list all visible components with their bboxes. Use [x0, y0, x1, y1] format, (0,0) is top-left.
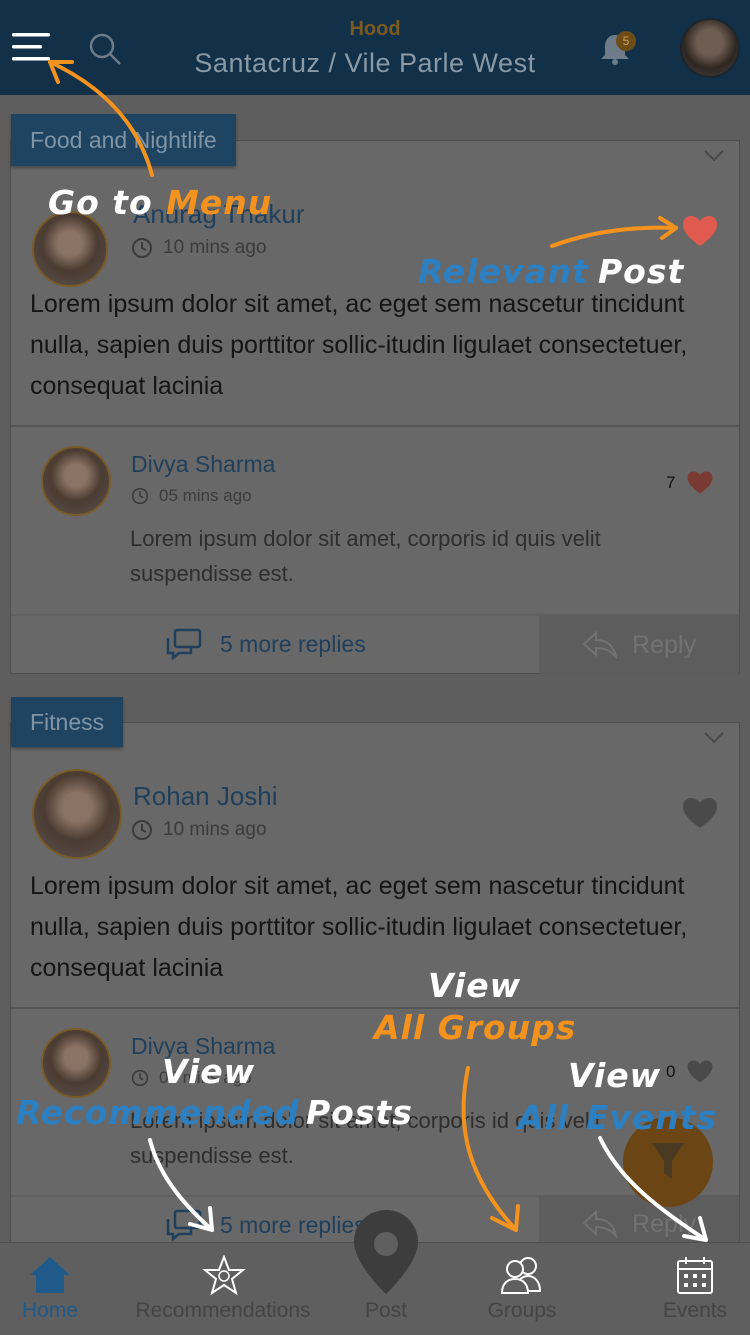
filter-icon [652, 1143, 684, 1179]
post-time: 10 mins ago [131, 237, 267, 259]
post-time-text: 10 mins ago [163, 819, 267, 840]
reply-icon [582, 631, 618, 659]
annotation-post: Post [598, 252, 685, 291]
reply-avatar[interactable] [41, 1028, 111, 1098]
more-replies-link[interactable]: 5 more replies [166, 628, 366, 660]
reply-button-label: Reply [632, 1209, 696, 1238]
chevron-down-icon[interactable] [703, 731, 725, 745]
category-chip[interactable]: Fitness [11, 697, 124, 747]
reply-body: Lorem ipsum dolor sit amet, corporis id … [130, 526, 601, 586]
more-replies-link[interactable]: 5 more replies [166, 1209, 366, 1241]
heart-icon[interactable] [686, 1059, 714, 1084]
reply-like-count: 0 [666, 1062, 676, 1081]
heart-icon[interactable] [686, 470, 714, 495]
clock-icon [131, 1069, 149, 1087]
author-avatar[interactable] [32, 211, 108, 287]
reply-button-label: Reply [632, 630, 696, 659]
reply-icon [582, 1210, 618, 1238]
reply-time-text: 05 mins ago [159, 486, 252, 505]
clock-icon [132, 820, 152, 840]
reply-author[interactable]: Divya Sharma [131, 451, 275, 478]
clock-icon [131, 487, 149, 505]
post-body: Lorem ipsum dolor sit amet, ac eget sem … [30, 290, 688, 400]
post-time: 10 mins ago [131, 819, 267, 841]
nav-post-label: Post [364, 1299, 408, 1322]
annotation-all-groups: All Groups [374, 1008, 577, 1047]
nav-recommendations-label: Recommendations [135, 1299, 311, 1322]
divider [11, 425, 739, 427]
annotation-all: All [518, 1098, 570, 1137]
reply-avatar[interactable] [41, 446, 111, 516]
groups-icon [500, 1257, 542, 1294]
chevron-down-icon[interactable] [703, 149, 725, 163]
nav-home-label: Home [21, 1299, 79, 1322]
comments-icon [166, 1209, 202, 1241]
annotation-go-to: Go to [48, 183, 153, 222]
author-avatar[interactable] [32, 769, 122, 859]
notification-badge: 5 [616, 31, 636, 51]
more-replies-label: 5 more replies [220, 630, 366, 657]
nav-events-label: Events [662, 1299, 728, 1322]
reply-button[interactable]: Reply [539, 615, 739, 675]
home-icon [30, 1257, 70, 1293]
star-icon [202, 1255, 246, 1295]
clock-icon [132, 238, 152, 258]
annotation-view-groups: View [428, 966, 522, 1005]
category-chip[interactable]: Food and Nightlife [11, 114, 236, 166]
annotation-posts: Posts [306, 1093, 413, 1132]
nav-groups-label: Groups [487, 1299, 557, 1322]
annotation-relevant: Relevant [418, 252, 589, 291]
hood-label: Hood [349, 18, 401, 40]
annotation-events: Events [586, 1098, 718, 1137]
calendar-icon [677, 1257, 713, 1294]
heart-icon[interactable] [681, 796, 719, 830]
comments-icon [166, 628, 202, 660]
post-pin-icon[interactable] [350, 1208, 422, 1296]
app-header: Hood Santacruz / Vile Parle West 5 [0, 0, 750, 95]
annotation-recommended: Recommended [16, 1093, 300, 1132]
more-replies-label: 5 more replies [220, 1211, 366, 1238]
annotation-view-events: View [568, 1056, 662, 1095]
heart-icon[interactable] [681, 214, 719, 248]
post-author[interactable]: Rohan Joshi [133, 781, 278, 812]
profile-avatar[interactable] [680, 18, 740, 78]
post-body: Lorem ipsum dolor sit amet, ac eget sem … [30, 872, 688, 982]
post-time-text: 10 mins ago [163, 237, 267, 258]
reply-time: 05 mins ago [131, 486, 252, 506]
annotation-view-recommended: View [162, 1052, 256, 1091]
annotation-menu: Menu [166, 183, 273, 222]
reply-like-count: 7 [666, 473, 676, 492]
